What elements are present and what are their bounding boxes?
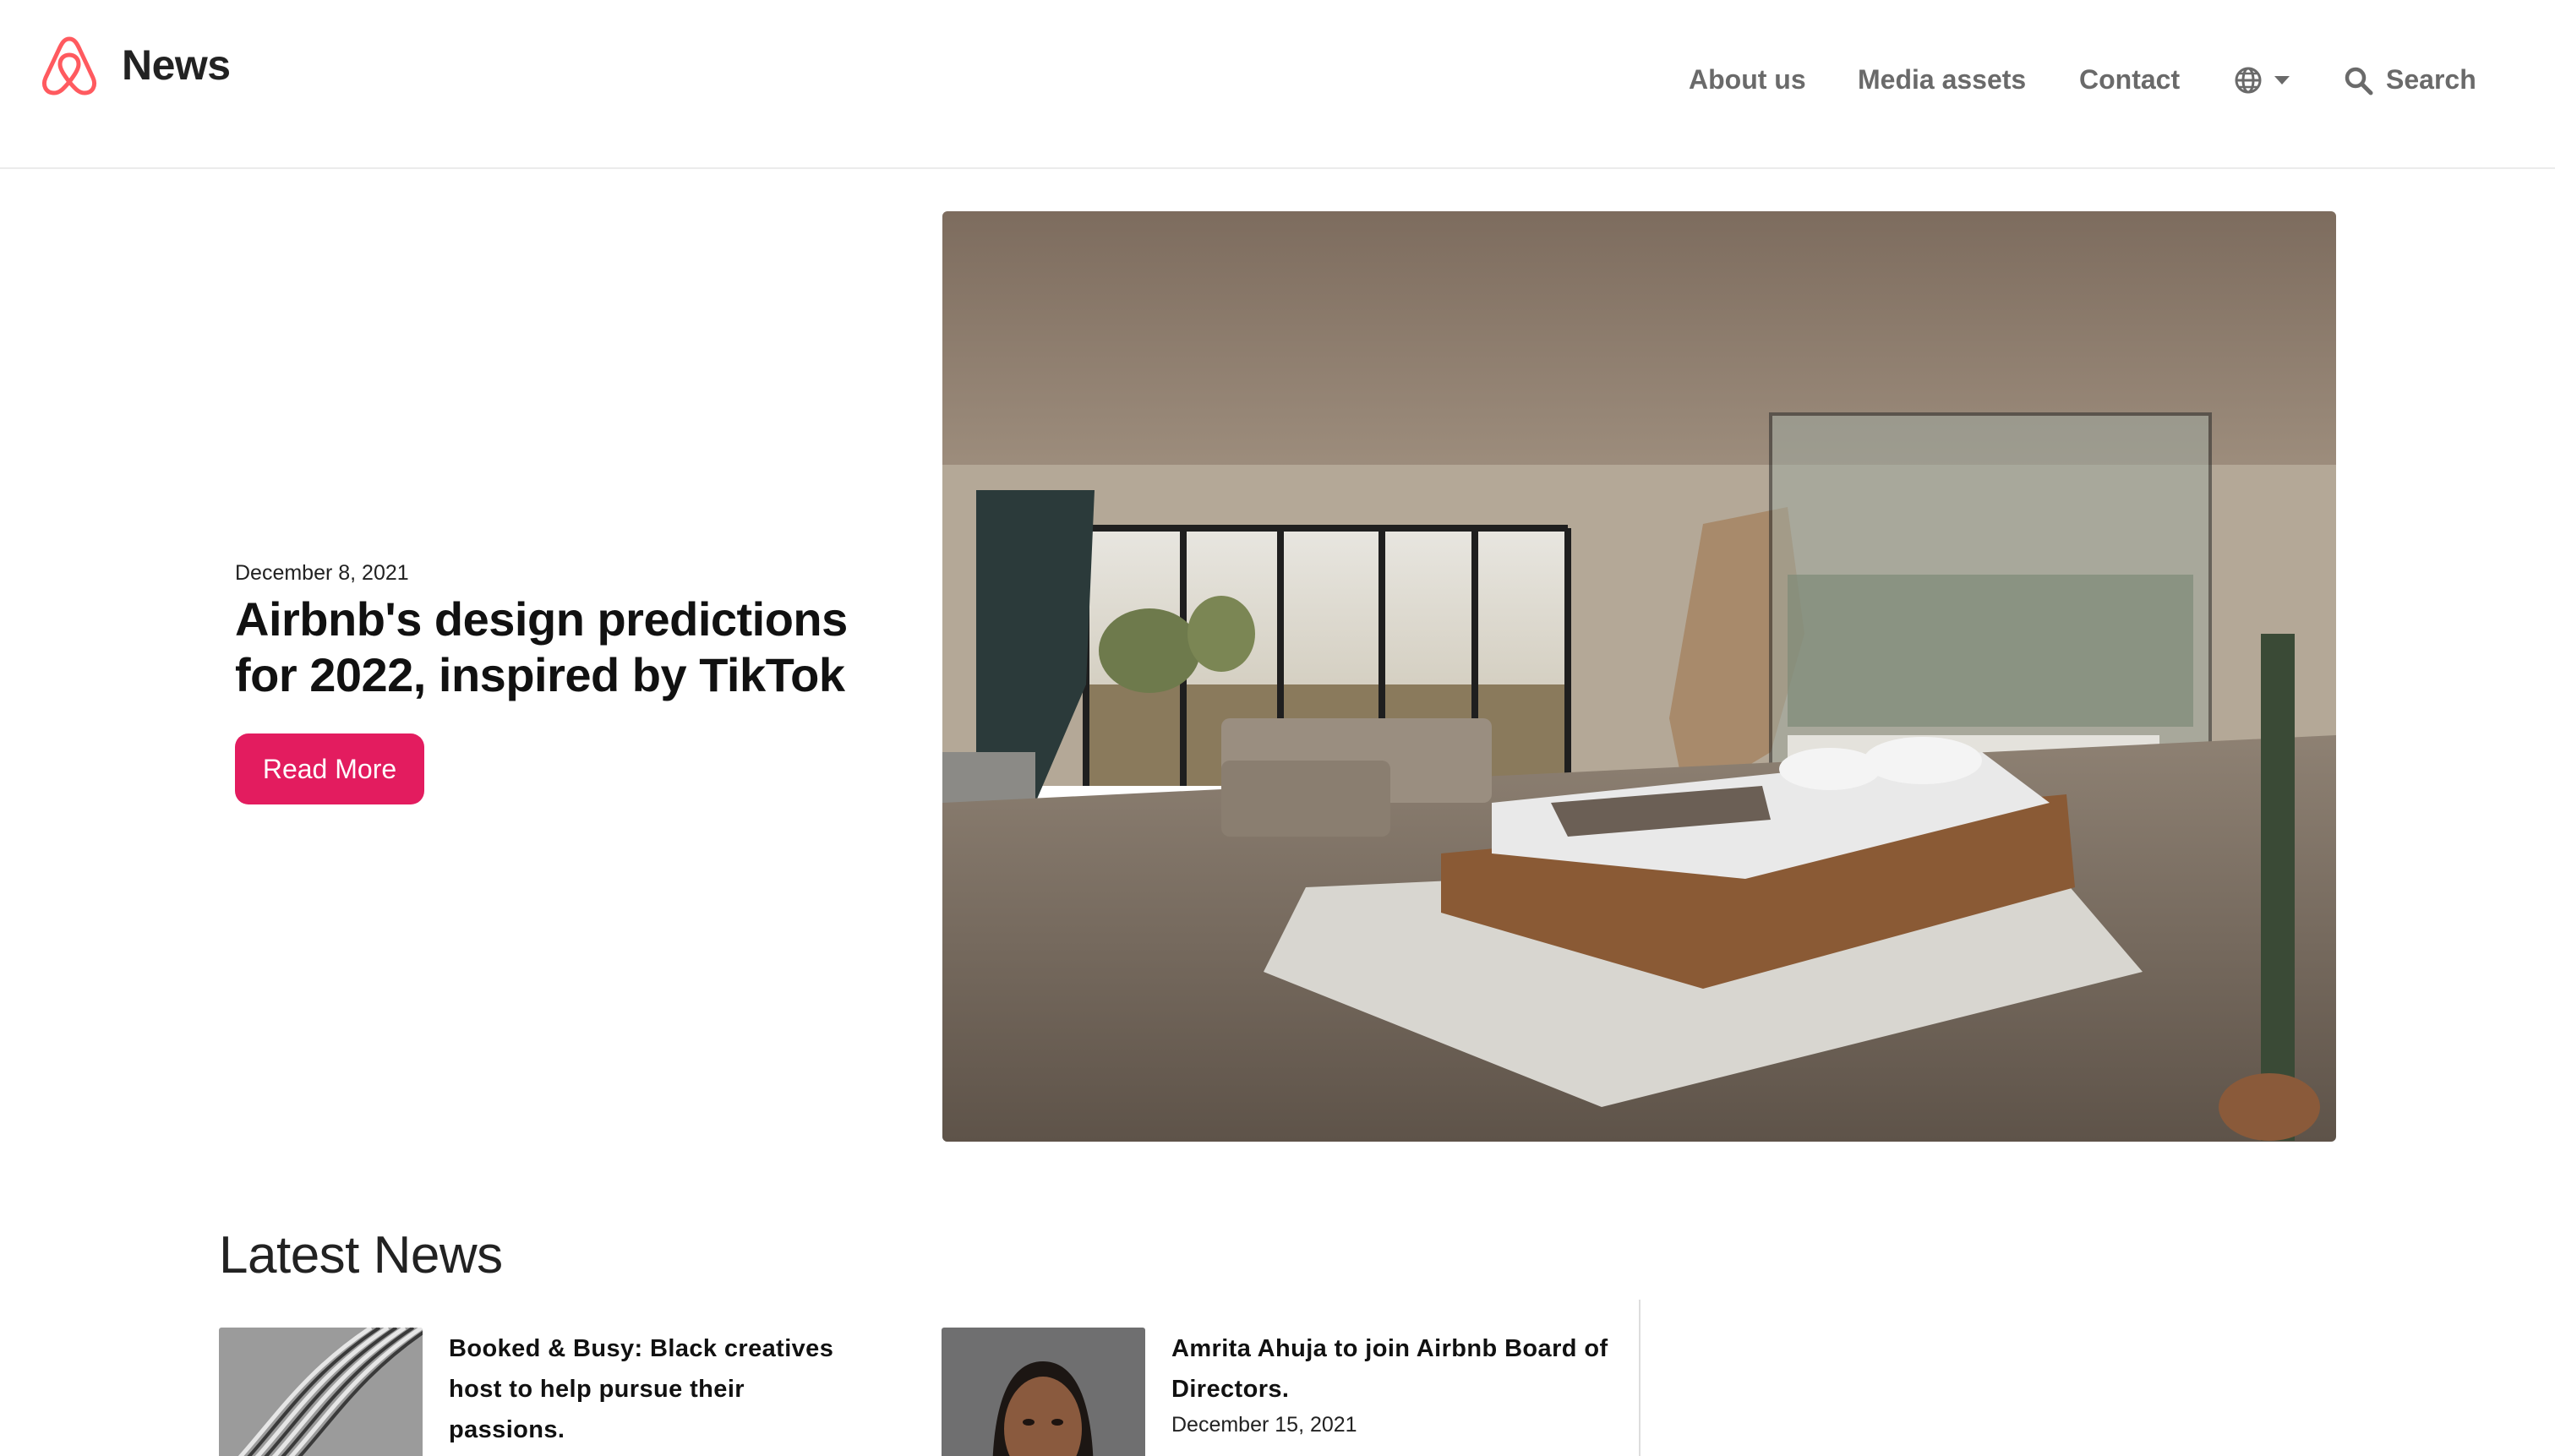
site-header: News About us Media assets Contact Searc… [0,0,2555,169]
globe-icon [2235,67,2262,94]
news-thumbnail-portrait[interactable] [942,1328,1145,1456]
airbnb-logo-icon[interactable] [39,34,100,96]
search-label: Search [2386,64,2476,95]
portrait-image [942,1328,1145,1456]
column-divider [1639,1300,1641,1456]
hero-image[interactable] [942,211,2336,1142]
abstract-image [219,1328,423,1456]
latest-news-heading: Latest News [219,1226,503,1284]
news-item-title[interactable]: Amrita Ahuja to join Airbnb Board of Dir… [1171,1328,1611,1410]
hero-date: December 8, 2021 [235,561,409,585]
bedroom-photo [942,211,2336,1142]
hero-title[interactable]: Airbnb's design predictions for 2022, in… [235,592,877,703]
news-item-title[interactable]: Booked & Busy: Black creatives host to h… [449,1328,863,1450]
brand-title[interactable]: News [122,41,231,90]
nav-about-us[interactable]: About us [1689,64,1806,95]
search-icon [2345,67,2373,95]
language-selector[interactable] [2234,66,2293,96]
nav-contact[interactable]: Contact [2079,64,2180,95]
news-item-date: December 15, 2021 [1171,1413,1357,1437]
read-more-button[interactable]: Read More [235,733,424,804]
news-thumbnail-abstract[interactable] [219,1328,423,1456]
chevron-down-icon [2274,76,2290,85]
nav-media-assets[interactable]: Media assets [1858,64,2026,95]
